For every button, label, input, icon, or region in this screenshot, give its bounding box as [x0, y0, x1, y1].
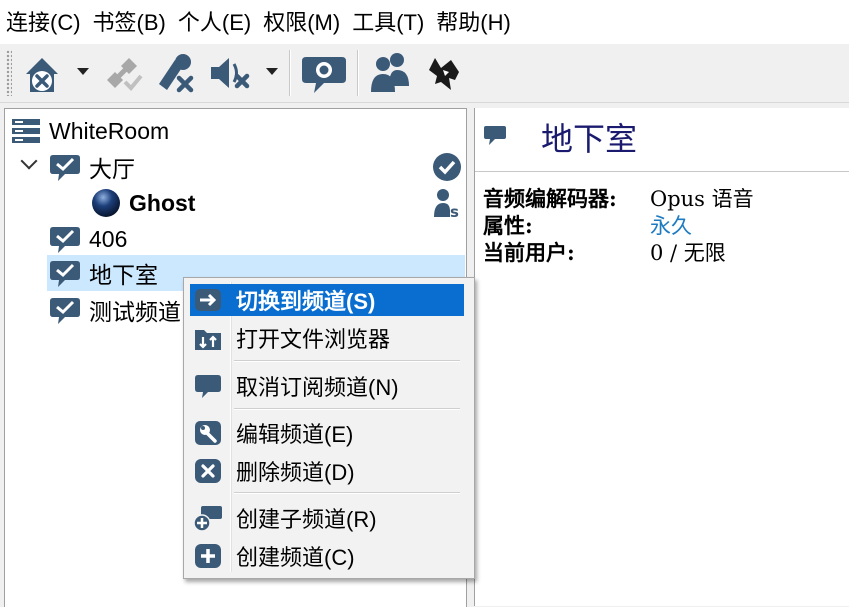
- wolf-logo-icon: [429, 58, 459, 90]
- menu-bookmarks[interactable]: 书签(B): [87, 0, 172, 44]
- channel-title: 地下室: [541, 120, 638, 158]
- menu-item-label: 打开文件浏览器: [236, 327, 391, 352]
- connect-icon: [107, 58, 143, 91]
- user-status-icon: [92, 189, 120, 217]
- wrench-icon: [195, 421, 221, 445]
- disconnect-icon: [26, 58, 58, 92]
- channel-icon: [50, 155, 80, 181]
- attribute-label: 属性:: [483, 213, 533, 238]
- channel-row-test[interactable]: 测试频道: [49, 292, 181, 328]
- contacts-icon: [371, 53, 409, 92]
- menu-item-open-file-browser[interactable]: 打开文件浏览器: [190, 322, 464, 354]
- channel-info-panel: 地下室 音频编解码器: Opus 语音 属性: 永久 当前用户: 0 / 无限: [474, 108, 849, 606]
- mute-speaker-dropdown[interactable]: [266, 68, 278, 75]
- server-admin-icon: s: [434, 189, 459, 219]
- menu-item-edit-channel[interactable]: 编辑频道(E): [190, 417, 464, 449]
- codec-label: 音频编解码器:: [483, 186, 617, 211]
- menu-item-label: 创建频道(C): [236, 545, 355, 570]
- server-row[interactable]: WhiteRoom: [11, 113, 169, 149]
- menu-item-label: 编辑频道(E): [236, 422, 354, 447]
- chat-bubble-icon: [302, 57, 346, 93]
- channel-icon: [50, 261, 80, 287]
- menu-item-label: 删除频道(D): [236, 460, 355, 485]
- logo-button[interactable]: [420, 48, 468, 98]
- server-icon: [12, 119, 40, 143]
- menu-item-label: 切换到频道(S): [236, 289, 376, 314]
- client-row-ghost[interactable]: Ghost: [91, 185, 195, 221]
- mute-microphone-icon: [159, 54, 194, 93]
- channel-name: 地下室: [89, 262, 158, 288]
- menu-item-label: 创建子频道(R): [236, 507, 377, 532]
- codec-row: 音频编解码器: Opus 语音: [483, 183, 754, 213]
- menu-connect[interactable]: 连接(C): [0, 0, 87, 44]
- users-value: 0 / 无限: [650, 241, 726, 265]
- users-label: 当前用户:: [483, 240, 575, 265]
- chat-bubble-icon: [195, 375, 221, 398]
- channel-row-406[interactable]: 406: [49, 221, 127, 257]
- connect-button[interactable]: [98, 48, 146, 98]
- menu-self[interactable]: 个人(E): [172, 0, 257, 44]
- context-menu: 切换到频道(S) 打开文件浏览器 取消订阅频道(N) 编辑频道(E) 删除频道(…: [183, 277, 475, 579]
- add-icon: [195, 544, 221, 568]
- channel-name: 测试频道: [89, 299, 181, 325]
- contacts-button[interactable]: [366, 48, 414, 98]
- toolbar-grip[interactable]: [6, 50, 12, 96]
- divider: [475, 171, 849, 172]
- menu-separator: [234, 360, 460, 362]
- menu-separator: [234, 408, 460, 410]
- check-circle-icon: [433, 153, 461, 181]
- channel-row-lobby[interactable]: 大厅: [49, 149, 135, 185]
- menu-separator: [234, 492, 460, 494]
- menu-item-unsubscribe-channel[interactable]: 取消订阅频道(N): [190, 370, 464, 402]
- attribute-value-link[interactable]: 永久: [650, 210, 692, 240]
- menu-help[interactable]: 帮助(H): [430, 0, 517, 44]
- menu-permissions[interactable]: 权限(M): [257, 0, 346, 44]
- menu-item-create-subchannel[interactable]: 创建子频道(R): [190, 502, 464, 534]
- mute-speaker-button[interactable]: [206, 48, 254, 98]
- mute-speaker-icon: [211, 58, 250, 89]
- disconnect-button[interactable]: [18, 48, 66, 98]
- folder-transfer-icon: [195, 330, 221, 350]
- menu-tools[interactable]: 工具(T): [346, 0, 430, 44]
- toolbar: [0, 44, 849, 103]
- users-row: 当前用户: 0 / 无限: [483, 237, 726, 267]
- menu-item-delete-channel[interactable]: 删除频道(D): [190, 455, 464, 487]
- channel-name: 406: [89, 225, 128, 252]
- channel-name: 大厅: [89, 156, 135, 182]
- disconnect-dropdown[interactable]: [77, 68, 89, 75]
- attribute-row: 属性: 永久: [483, 210, 692, 240]
- menu-item-create-channel[interactable]: 创建频道(C): [190, 540, 464, 572]
- menu-item-label: 取消订阅频道(N): [236, 375, 399, 400]
- client-name: Ghost: [129, 189, 196, 216]
- channel-icon: [50, 227, 80, 253]
- delete-icon: [195, 459, 221, 483]
- codec-value: Opus 语音: [650, 187, 754, 211]
- menu-bar: 连接(C) 书签(B) 个人(E) 权限(M) 工具(T) 帮助(H): [0, 0, 849, 44]
- arrow-right-icon: [195, 289, 221, 311]
- expand-chevron-icon[interactable]: [20, 152, 38, 170]
- toolbar-separator: [357, 50, 359, 96]
- server-name: WhiteRoom: [49, 117, 170, 144]
- svg-text:s: s: [450, 203, 459, 219]
- add-subchannel-icon: [193, 506, 222, 532]
- chat-button[interactable]: [300, 48, 348, 98]
- menu-item-switch-to-channel[interactable]: 切换到频道(S): [190, 284, 464, 316]
- mute-microphone-button[interactable]: [152, 48, 200, 98]
- toolbar-separator: [289, 50, 291, 96]
- channel-bubble-icon: [484, 126, 506, 145]
- channel-icon: [50, 298, 80, 324]
